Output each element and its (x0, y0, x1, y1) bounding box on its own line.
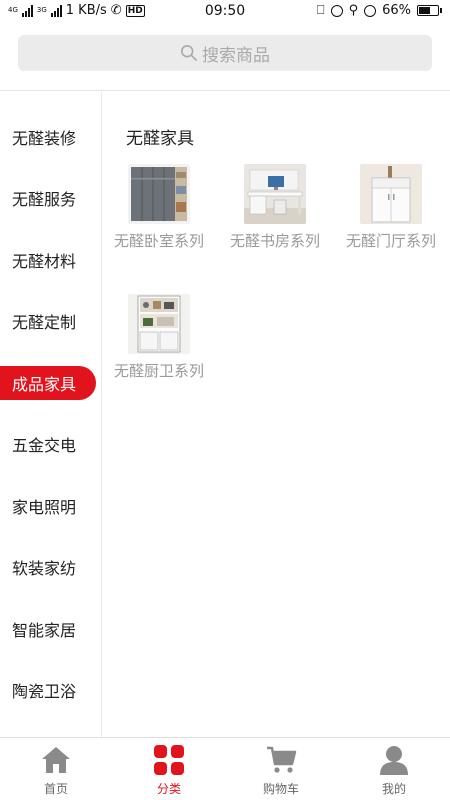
product-name: 无醛卧室系列 (114, 232, 205, 250)
sidebar-item-hardware-electrical[interactable]: 五金交电 (0, 427, 101, 461)
section-title: 无醛家具 (126, 129, 194, 149)
sidebar-item-label: 成品家具 (12, 375, 77, 394)
sidebar-item-label: 智能家居 (12, 621, 77, 640)
sidebar-item-label: 无醛定制 (12, 313, 77, 332)
sidebar-item-label: 无醛装修 (12, 129, 77, 148)
kitchen-shelf-image (128, 294, 190, 354)
product-name: 无醛厨卫系列 (114, 362, 205, 380)
lock-rotation-icon (330, 4, 343, 17)
sidebar-item-ceramic-bathroom[interactable]: 陶瓷卫浴 (0, 673, 101, 707)
tab-home[interactable]: 首页 (0, 738, 112, 800)
tab-profile[interactable]: 我的 (338, 738, 450, 800)
sidebar-item-label: 陶瓷卫浴 (12, 682, 77, 701)
sidebar-item-label: 无醛材料 (12, 252, 77, 271)
user-icon (380, 746, 408, 775)
sidebar-item-no-formaldehyde-service[interactable]: 无醛服务 (0, 181, 101, 215)
cabinet-image (360, 164, 422, 224)
battery-percent: 66% (382, 3, 411, 18)
bottom-tab-bar: 首页 分类 购物车 我的 (0, 737, 450, 800)
sidebar-item-label: 软装家纺 (12, 559, 77, 578)
category-content: 无醛家具 无醛卧室系列 无醛书房系列 无醛门厅系列 无醛厨卫系列 (102, 92, 450, 737)
tab-label: 我的 (381, 782, 406, 796)
tab-label: 分类 (156, 782, 181, 796)
tab-cart[interactable]: 购物车 (225, 738, 337, 800)
vibrate-icon: ⎕ (316, 3, 325, 18)
sidebar-item-soft-furnishing[interactable]: 软装家纺 (0, 550, 101, 584)
product-name: 无醛书房系列 (230, 232, 321, 250)
alarm-icon (364, 4, 377, 17)
home-icon (42, 747, 70, 773)
search-header: 搜索商品 (0, 24, 450, 91)
sidebar-item-no-formaldehyde-decoration[interactable]: 无醛装修 (0, 120, 101, 154)
location-icon: ⚲ (348, 3, 359, 18)
tab-label: 首页 (43, 782, 68, 796)
battery-icon (417, 5, 442, 16)
tab-label: 购物车 (262, 782, 299, 796)
search-placeholder: 搜索商品 (202, 45, 270, 66)
cart-icon (267, 746, 297, 773)
product-item-bedroom[interactable]: 无醛卧室系列 (114, 164, 218, 250)
desk-image (244, 164, 306, 224)
sidebar-item-finished-furniture[interactable]: 成品家具 (0, 366, 96, 400)
category-icon (154, 745, 184, 775)
product-item-study[interactable]: 无醛书房系列 (230, 164, 334, 250)
sidebar-item-label: 家电照明 (12, 498, 77, 517)
sidebar-item-label: 无醛服务 (12, 190, 77, 209)
product-item-kitchen[interactable]: 无醛厨卫系列 (114, 294, 218, 380)
sidebar-item-appliances-lighting[interactable]: 家电照明 (0, 489, 101, 523)
sidebar-item-no-formaldehyde-materials[interactable]: 无醛材料 (0, 243, 101, 277)
sidebar-item-no-formaldehyde-custom[interactable]: 无醛定制 (0, 304, 101, 338)
category-sidebar: 无醛装修 无醛服务 无醛材料 无醛定制 成品家具 五金交电 家电照明 软装家纺 … (0, 92, 102, 737)
product-item-hallway[interactable]: 无醛门厅系列 (346, 164, 450, 250)
tab-category[interactable]: 分类 (113, 738, 225, 800)
sidebar-item-label: 五金交电 (12, 436, 77, 455)
search-icon (180, 44, 198, 62)
search-input[interactable]: 搜索商品 (18, 35, 432, 71)
wardrobe-image (128, 164, 190, 224)
status-bar: 4G 3G 1 KB/s ✆ HD 09:50 ⎕ ⚲ 66% (0, 0, 450, 24)
sidebar-item-smart-home[interactable]: 智能家居 (0, 612, 101, 646)
product-name: 无醛门厅系列 (346, 232, 437, 250)
